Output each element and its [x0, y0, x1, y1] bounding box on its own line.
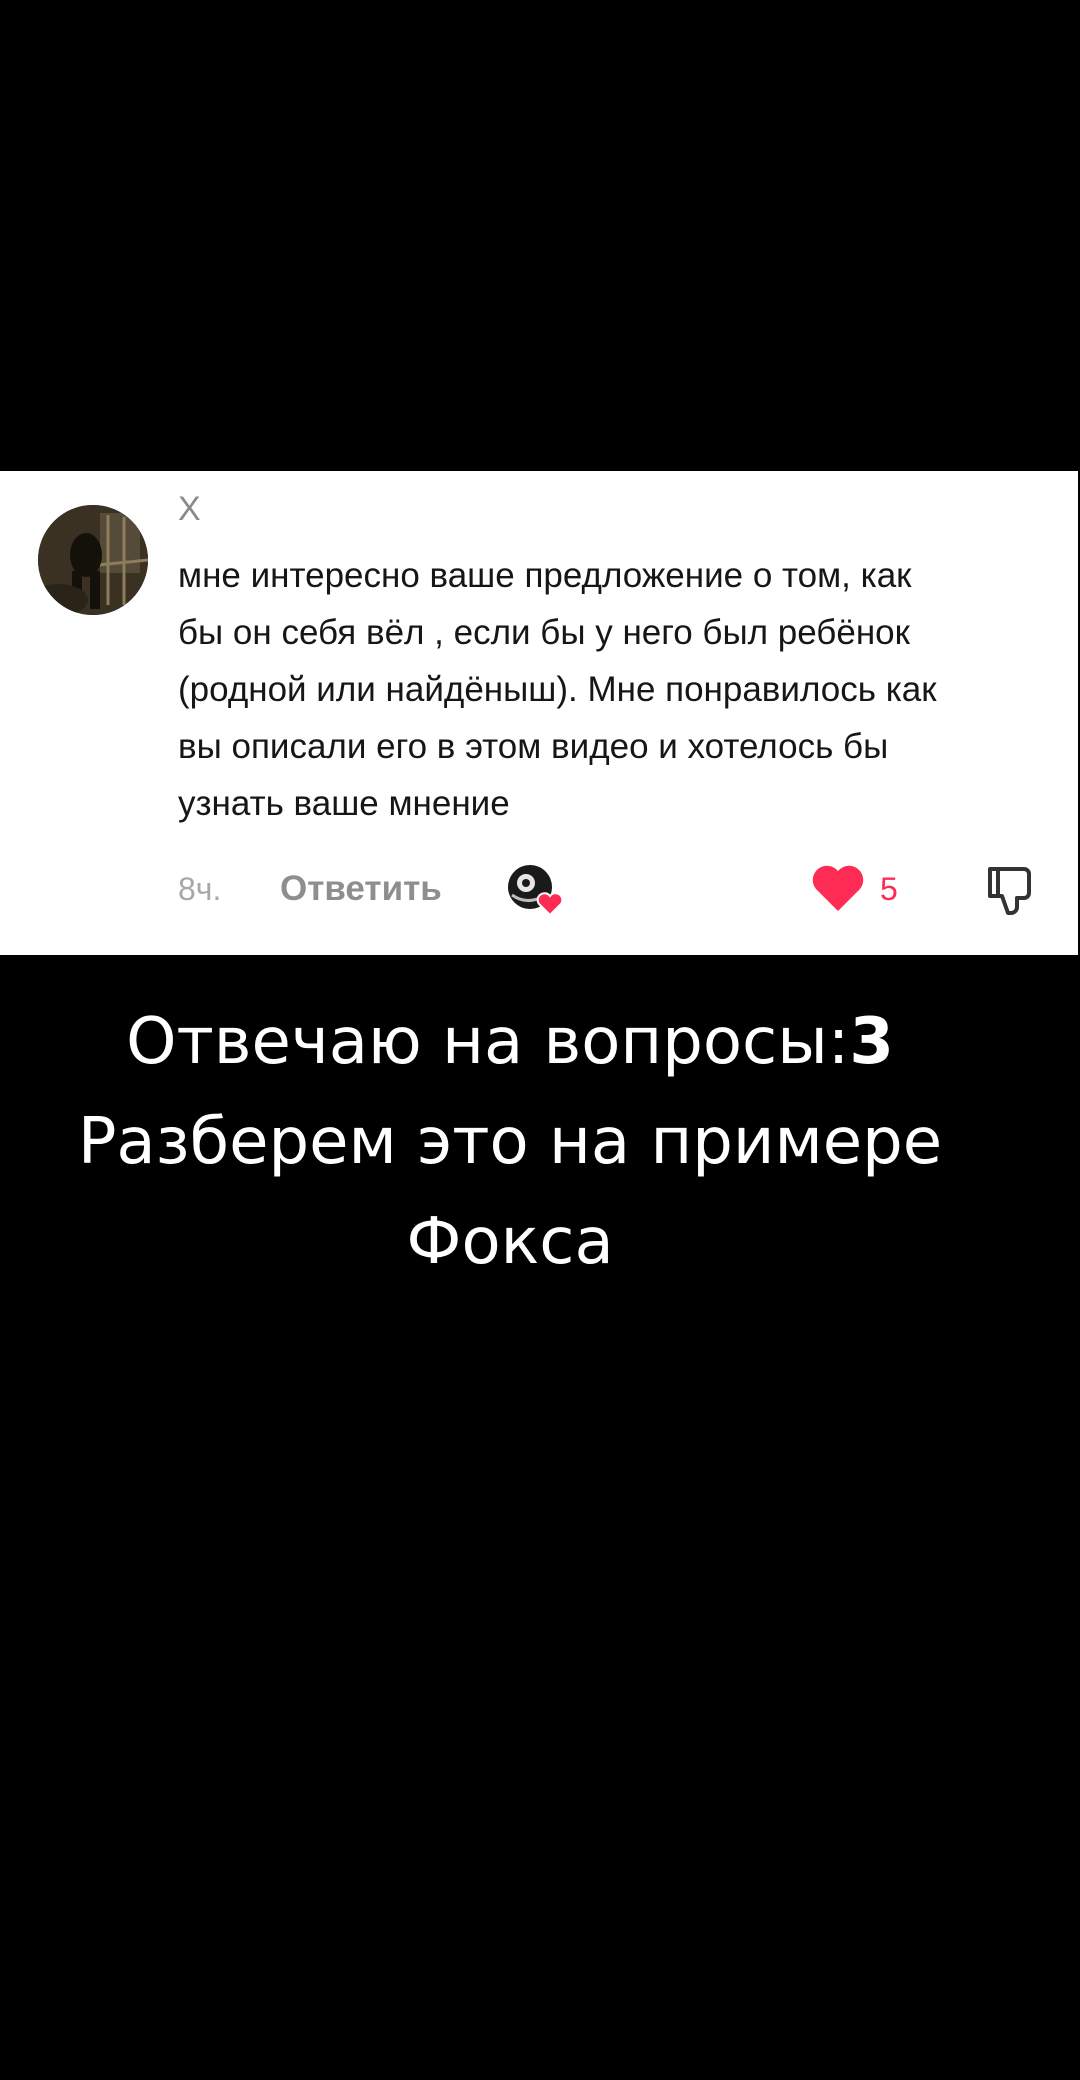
caption-line1-text: Отвечаю на вопросы:	[126, 1005, 850, 1079]
caption-line: Отвечаю на вопросы:3	[0, 992, 1020, 1092]
comment-text-line: (родной или найдёныш). Мне понравилось к…	[178, 670, 937, 709]
user-avatar[interactable]	[38, 505, 148, 615]
video-caption: Отвечаю на вопросы:3 Разберем это на при…	[0, 992, 1020, 1292]
heart-icon[interactable]	[810, 863, 866, 913]
comment-text-line: узнать ваше мнение	[178, 784, 510, 823]
comment-actions-row: 8ч. Ответить 5	[178, 861, 1058, 921]
creator-liked-badge-icon	[506, 861, 566, 917]
caption-line: Фокса	[406, 1205, 614, 1279]
like-count: 5	[880, 871, 898, 907]
reply-button[interactable]: Ответить	[280, 869, 442, 909]
comment-text-line: вы описали его в этом видео и хотелось б…	[178, 727, 889, 766]
comment-username[interactable]: Х	[178, 489, 201, 530]
comment-text: мне интересно ваше предложение о том, ка…	[178, 547, 1058, 832]
caption-line: Разберем это на примере	[77, 1105, 943, 1179]
avatar-photo-icon	[38, 505, 148, 615]
comment-text-line: бы он себя вёл , если бы у него был ребё…	[178, 613, 910, 652]
caption-line1-number: 3	[849, 1005, 894, 1079]
comment-timestamp: 8ч.	[178, 871, 222, 907]
thumbs-down-icon[interactable]	[984, 863, 1038, 917]
comment-text-line: мне интересно ваше предложение о том, ка…	[178, 556, 912, 595]
comment-card: Х мне интересно ваше предложение о том, …	[0, 471, 1078, 955]
